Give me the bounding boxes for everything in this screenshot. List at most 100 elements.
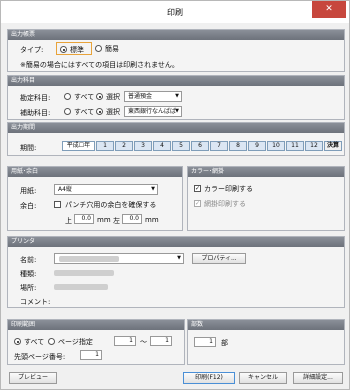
paper-dropdown[interactable]: A4縦 ▼ bbox=[54, 184, 158, 195]
simple-label: 簡易 bbox=[105, 45, 119, 53]
sub-account-label: 補助科目: bbox=[20, 109, 51, 117]
printer-type-redacted bbox=[54, 270, 114, 276]
copies-unit: 部 bbox=[221, 339, 228, 347]
print-range-group: 印刷範囲 すべて ページ指定 1 ～ 1 先頭ページ番号: 1 bbox=[7, 319, 185, 365]
simple-radio[interactable] bbox=[95, 45, 102, 52]
sub-account-select-label: 選択 bbox=[106, 108, 120, 116]
start-page-input[interactable]: 1 bbox=[80, 350, 102, 360]
paper-margin-group: 用紙･余白 用紙: A4縦 ▼ 余白: パンチ穴用の余白を確保する 上 0.0 … bbox=[7, 166, 183, 231]
copies-header: 部数 bbox=[188, 320, 344, 330]
account-select-radio[interactable] bbox=[96, 93, 103, 100]
month-button-8[interactable]: 8 bbox=[229, 141, 247, 151]
print-dialog: 印刷 ✕ 出力帳票 タイプ: 標準 簡易 ※簡易の場合にはすべての項目は印刷され… bbox=[0, 0, 350, 390]
account-all-label: すべて bbox=[74, 93, 95, 101]
top-margin-unit: mm bbox=[97, 216, 111, 224]
close-icon[interactable]: ✕ bbox=[312, 1, 346, 18]
preview-button[interactable]: プレビュー bbox=[9, 372, 57, 384]
account-select-label: 選択 bbox=[106, 93, 120, 101]
shade-print-label: 網掛印刷する bbox=[204, 200, 246, 208]
simple-note: ※簡易の場合にはすべての項目は印刷されません。 bbox=[20, 61, 179, 69]
closing-button[interactable]: 決算 bbox=[324, 141, 342, 151]
left-margin-label: 左 bbox=[113, 217, 120, 225]
shade-print-checkbox[interactable]: ✓ bbox=[194, 200, 201, 207]
month-button-10[interactable]: 10 bbox=[267, 141, 285, 151]
month-button-11[interactable]: 11 bbox=[286, 141, 304, 151]
printer-comment-label: コメント: bbox=[20, 298, 51, 306]
color-print-checkbox[interactable]: ✓ bbox=[194, 185, 201, 192]
left-margin-unit: mm bbox=[145, 216, 159, 224]
printer-name-dropdown[interactable]: ▼ bbox=[54, 253, 184, 264]
range-to-input[interactable]: 1 bbox=[150, 336, 172, 346]
title-bar: 印刷 ✕ bbox=[1, 1, 349, 23]
print-button[interactable]: 印刷(F12) bbox=[183, 372, 235, 384]
range-page-label: ページ指定 bbox=[58, 338, 93, 346]
range-page-radio[interactable] bbox=[48, 338, 55, 345]
color-header: カラー･網掛 bbox=[188, 167, 344, 177]
month-button-1[interactable]: 1 bbox=[96, 141, 114, 151]
chevron-down-icon: ▼ bbox=[175, 108, 179, 114]
print-range-header: 印刷範囲 bbox=[8, 320, 184, 330]
month-button-9[interactable]: 9 bbox=[248, 141, 266, 151]
start-page-label: 先頭ページ番号: bbox=[14, 353, 66, 361]
chevron-down-icon: ▼ bbox=[177, 255, 181, 261]
punch-checkbox[interactable] bbox=[54, 201, 61, 208]
account-value: 普通預金 bbox=[128, 93, 153, 100]
printer-name-redacted bbox=[59, 256, 119, 262]
detail-settings-button[interactable]: 詳細設定... bbox=[293, 372, 343, 384]
printer-group: プリンタ 名前: ▼ プロパティ... 種類: 場所: コメント: bbox=[7, 236, 345, 308]
chevron-down-icon: ▼ bbox=[151, 186, 155, 192]
range-all-label: すべて bbox=[24, 338, 45, 346]
output-period-group: 出力期間 期間: 平成☐年 1 2 3 4 5 6 7 8 9 10 11 12… bbox=[7, 122, 345, 156]
output-period-header: 出力期間 bbox=[8, 123, 344, 133]
sub-account-dropdown[interactable]: 東西銀行なんばば ▼ bbox=[124, 106, 182, 117]
output-accounts-header: 出力科目 bbox=[8, 76, 344, 86]
month-button-7[interactable]: 7 bbox=[210, 141, 228, 151]
month-button-5[interactable]: 5 bbox=[172, 141, 190, 151]
printer-location-label: 場所: bbox=[20, 284, 37, 292]
month-selector: 平成☐年 1 2 3 4 5 6 7 8 9 10 11 12 決算 bbox=[62, 141, 342, 151]
output-form-group: 出力帳票 タイプ: 標準 簡易 ※簡易の場合にはすべての項目は印刷されません。 bbox=[7, 29, 345, 72]
sub-account-all-radio[interactable] bbox=[64, 108, 71, 115]
type-standard-option[interactable]: 標準 bbox=[56, 42, 92, 55]
sub-account-all-label: すべて bbox=[74, 108, 95, 116]
month-button-4[interactable]: 4 bbox=[153, 141, 171, 151]
month-button-6[interactable]: 6 bbox=[191, 141, 209, 151]
output-form-header: 出力帳票 bbox=[8, 30, 344, 40]
printer-type-label: 種類: bbox=[20, 270, 37, 278]
chevron-down-icon: ▼ bbox=[175, 93, 179, 99]
printer-header: プリンタ bbox=[8, 237, 344, 247]
range-all-radio[interactable] bbox=[14, 338, 21, 345]
range-tilde: ～ bbox=[140, 338, 147, 346]
paper-label: 用紙: bbox=[20, 187, 37, 195]
copies-input[interactable]: 1 bbox=[194, 337, 216, 347]
left-margin-input[interactable]: 0.0 bbox=[122, 214, 142, 224]
copies-group: 部数 1 部 bbox=[187, 319, 345, 365]
properties-button[interactable]: プロパティ... bbox=[192, 253, 246, 264]
top-margin-input[interactable]: 0.0 bbox=[74, 214, 94, 224]
standard-radio[interactable] bbox=[60, 46, 67, 53]
account-dropdown[interactable]: 普通預金 ▼ bbox=[124, 91, 182, 102]
month-button-2[interactable]: 2 bbox=[115, 141, 133, 151]
account-label: 勘定科目: bbox=[20, 94, 51, 102]
margin-label: 余白: bbox=[20, 202, 37, 210]
color-print-label: カラー印刷する bbox=[204, 185, 253, 193]
sub-account-value: 東西銀行なんばば bbox=[128, 108, 177, 115]
range-from-input[interactable]: 1 bbox=[114, 336, 136, 346]
paper-value: A4縦 bbox=[58, 186, 72, 193]
standard-label: 標準 bbox=[70, 46, 84, 54]
top-margin-label: 上 bbox=[65, 217, 72, 225]
paper-margin-header: 用紙･余白 bbox=[8, 167, 182, 177]
output-accounts-group: 出力科目 勘定科目: すべて 選択 普通預金 ▼ 補助科目: すべて 選択 東西… bbox=[7, 75, 345, 120]
cancel-button[interactable]: キャンセル bbox=[239, 372, 287, 384]
period-label: 期間: bbox=[20, 144, 37, 152]
year-button[interactable]: 平成☐年 bbox=[62, 141, 95, 151]
window-title: 印刷 bbox=[167, 8, 183, 17]
type-label: タイプ: bbox=[20, 46, 44, 54]
account-all-radio[interactable] bbox=[64, 93, 71, 100]
punch-label: パンチ穴用の余白を確保する bbox=[65, 201, 157, 209]
color-group: カラー･網掛 ✓ カラー印刷する ✓ 網掛印刷する bbox=[187, 166, 345, 231]
sub-account-select-radio[interactable] bbox=[96, 108, 103, 115]
month-button-12[interactable]: 12 bbox=[305, 141, 323, 151]
printer-location-redacted bbox=[54, 284, 108, 290]
month-button-3[interactable]: 3 bbox=[134, 141, 152, 151]
